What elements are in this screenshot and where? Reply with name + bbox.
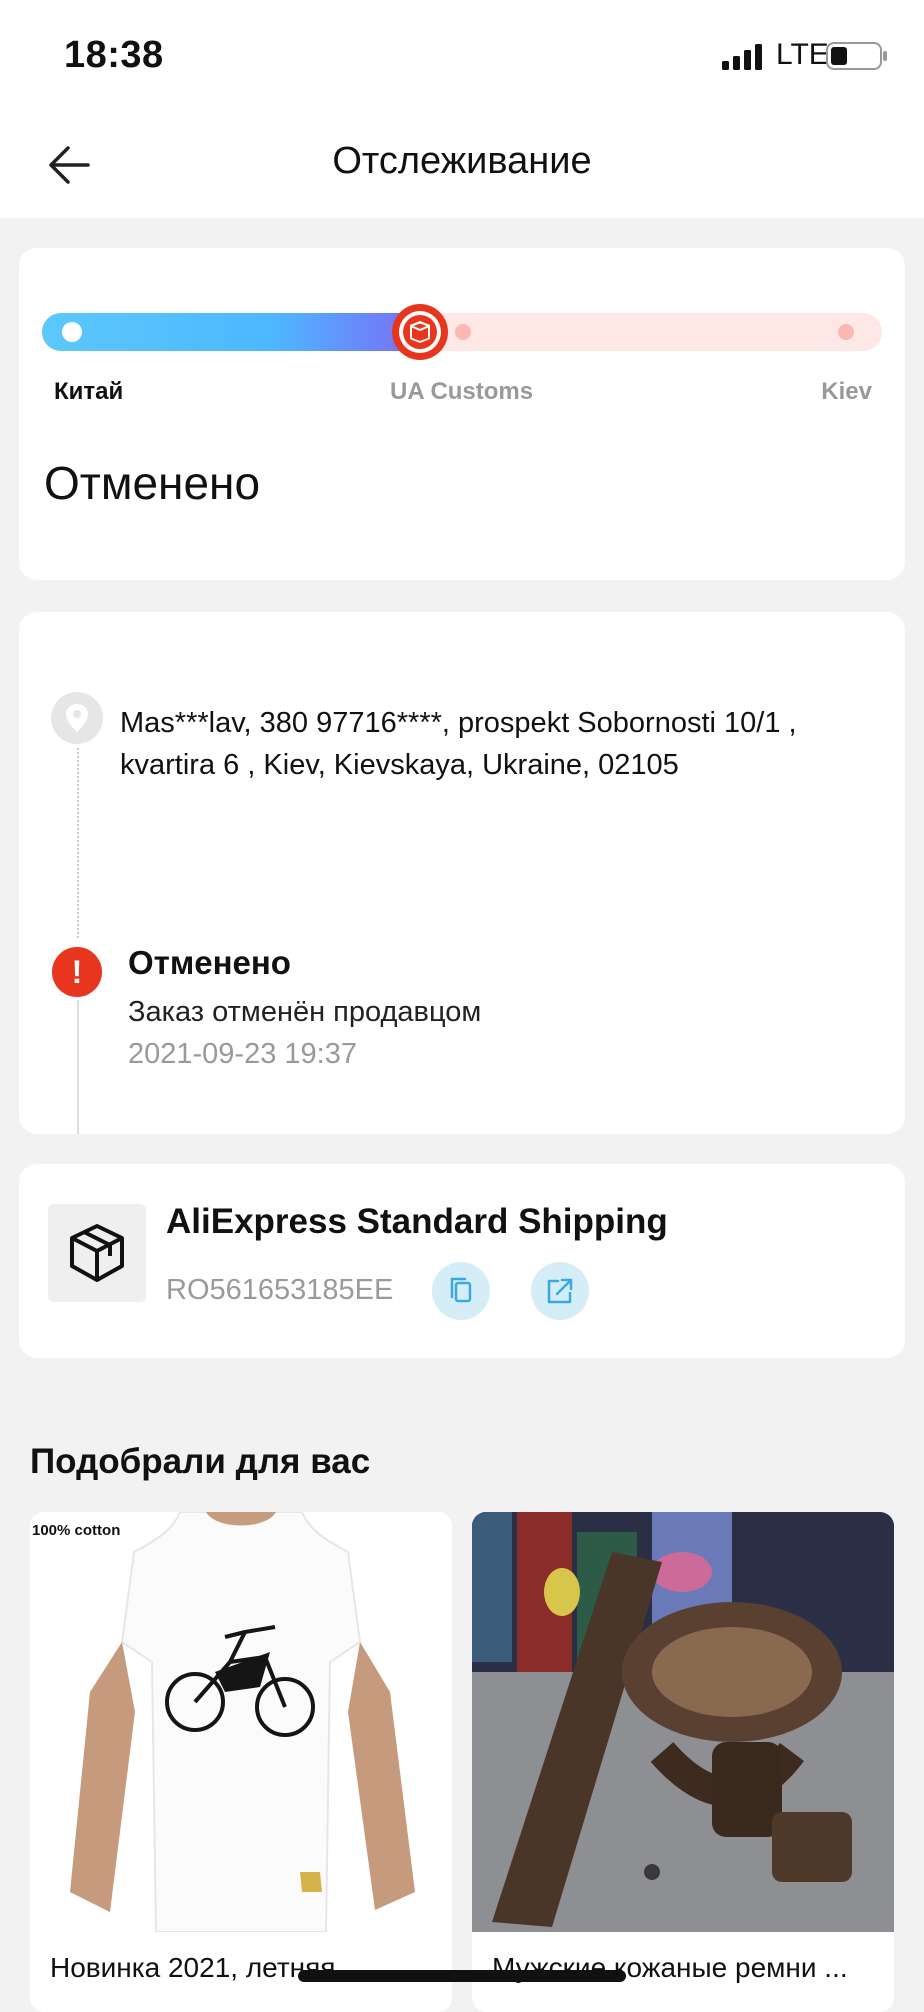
timeline-connector [77, 1000, 79, 1134]
signal-icon [722, 44, 762, 70]
battery-icon [826, 42, 887, 70]
delivery-address: Mas***lav, 380 97716****, prospekt Sobor… [120, 707, 797, 781]
stage-label-origin: Китай [54, 378, 124, 405]
progress-card [19, 248, 905, 580]
location-pin-icon [51, 692, 103, 744]
network-label: LTE [776, 38, 829, 71]
external-link-icon [547, 1278, 573, 1304]
alert-icon: ! [52, 947, 102, 997]
stage-dot-start [62, 322, 82, 342]
progress-fill [42, 313, 422, 351]
open-link-button[interactable] [531, 1262, 589, 1320]
stage-dot-pending [455, 324, 471, 340]
stage-label-destination: Kiev [821, 378, 872, 405]
shipping-card [19, 1164, 905, 1358]
product-card[interactable]: Мужские кожаные ремни ... [472, 1512, 894, 2012]
page-title: Отслеживание [332, 140, 592, 182]
stage-dot-end [838, 324, 854, 340]
timeline-connector [77, 748, 79, 938]
event-description: Заказ отменён продавцом [128, 996, 482, 1028]
product-image-tshirt [30, 1512, 452, 1933]
product-badge: 100% cotton [32, 1522, 121, 1539]
carrier-name: AliExpress Standard Shipping [166, 1202, 668, 1241]
product-image-belts [472, 1512, 894, 1932]
stage-label-customs: UA Customs [390, 378, 534, 405]
home-indicator[interactable] [298, 1970, 626, 1982]
tracking-number: RO561653185EE [166, 1274, 394, 1306]
current-stage-package-icon [392, 304, 448, 360]
product-card[interactable]: 100% cotton Новинка 2021, летняя [30, 1512, 452, 2012]
event-title: Отменено [128, 944, 291, 981]
status-time: 18:38 [64, 34, 164, 76]
order-status: Отменено [44, 457, 261, 509]
package-box-icon [48, 1204, 146, 1302]
copy-button[interactable] [432, 1262, 490, 1320]
event-timestamp: 2021-09-23 19:37 [128, 1038, 357, 1070]
copy-icon [450, 1277, 472, 1303]
recommendations-title: Подобрали для вас [30, 1442, 371, 1481]
